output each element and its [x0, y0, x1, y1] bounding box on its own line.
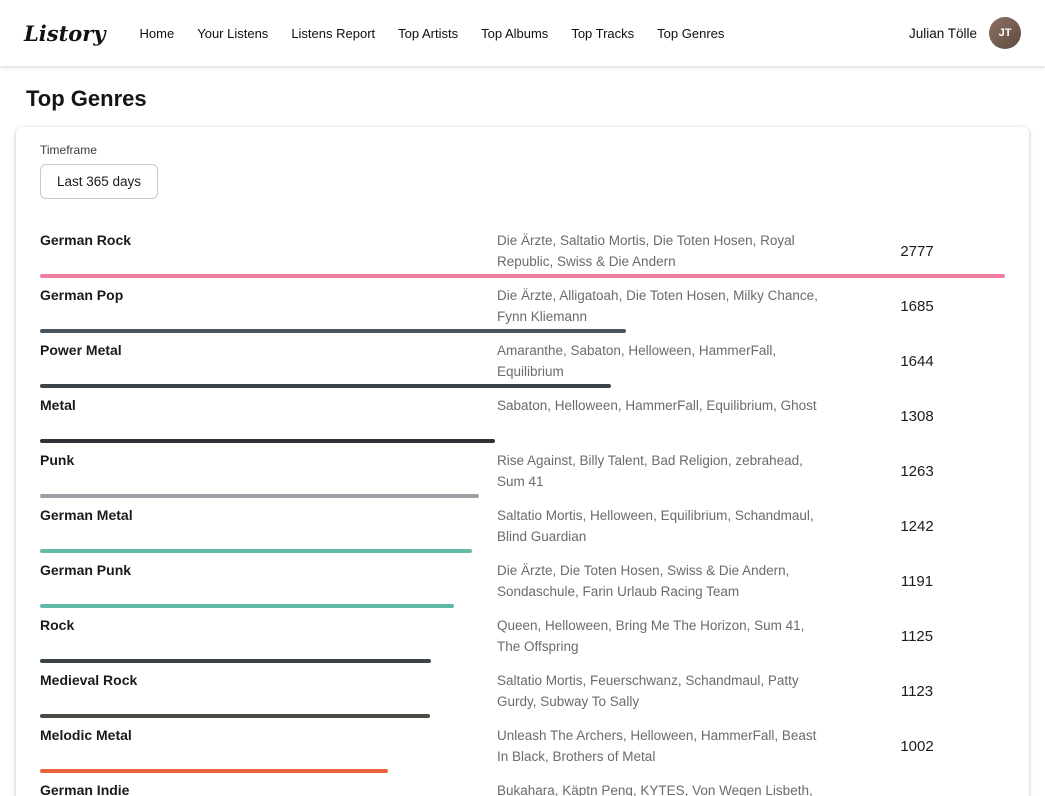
genre-row: Rock Queen, Helloween, Bring Me The Hori… — [40, 608, 1005, 663]
nav-link-top-albums[interactable]: Top Albums — [481, 26, 548, 41]
genre-row: Metal Sabaton, Helloween, HammerFall, Eq… — [40, 388, 1005, 443]
nav-link-top-tracks[interactable]: Top Tracks — [571, 26, 634, 41]
genre-row: German Metal Saltatio Mortis, Helloween,… — [40, 498, 1005, 553]
brand-logo[interactable]: Listory — [24, 21, 106, 46]
genre-name: Rock — [40, 615, 497, 633]
genre-name: Punk — [40, 450, 497, 468]
nav-link-top-genres[interactable]: Top Genres — [657, 26, 724, 41]
genre-table: German Rock Die Ärzte, Saltatio Mortis, … — [40, 223, 1005, 796]
genre-name: Medieval Rock — [40, 670, 497, 688]
genre-name: Metal — [40, 395, 497, 413]
genre-row: German Punk Die Ärzte, Die Toten Hosen, … — [40, 553, 1005, 608]
genre-artists: Amaranthe, Sabaton, Helloween, HammerFal… — [497, 340, 829, 382]
genre-name: German Rock — [40, 230, 497, 248]
genre-row: German Indie Bukahara, Käptn Peng, KYTES… — [40, 773, 1005, 796]
genre-artists: Sabaton, Helloween, HammerFall, Equilibr… — [497, 395, 829, 416]
main-content: Top Genres Timeframe Last 365 days Germa… — [0, 86, 1045, 796]
genre-artists: Unleash The Archers, Helloween, HammerFa… — [497, 725, 829, 767]
nav-link-listens-report[interactable]: Listens Report — [291, 26, 375, 41]
genre-row: Melodic Metal Unleash The Archers, Hello… — [40, 718, 1005, 773]
genre-artists: Die Ärzte, Saltatio Mortis, Die Toten Ho… — [497, 230, 829, 272]
genre-artists: Rise Against, Billy Talent, Bad Religion… — [497, 450, 829, 492]
genre-row: German Pop Die Ärzte, Alligatoah, Die To… — [40, 278, 1005, 333]
genre-row: Power Metal Amaranthe, Sabaton, Hellowee… — [40, 333, 1005, 388]
genre-artists: Die Ärzte, Die Toten Hosen, Swiss & Die … — [497, 560, 829, 602]
genre-count: 1308 — [829, 408, 1005, 425]
genre-name: German Metal — [40, 505, 497, 523]
genre-count: 1123 — [829, 683, 1005, 700]
genre-row: German Rock Die Ärzte, Saltatio Mortis, … — [40, 223, 1005, 278]
genre-count: 1002 — [829, 738, 1005, 755]
genre-count: 1242 — [829, 518, 1005, 535]
user-area[interactable]: Julian Tölle JT — [909, 17, 1021, 49]
genre-name: German Indie — [40, 780, 497, 796]
user-name: Julian Tölle — [909, 26, 977, 41]
nav-link-top-artists[interactable]: Top Artists — [398, 26, 458, 41]
genre-name: Melodic Metal — [40, 725, 497, 743]
genre-row: Punk Rise Against, Billy Talent, Bad Rel… — [40, 443, 1005, 498]
timeframe-select[interactable]: Last 365 days — [40, 164, 158, 199]
nav-links: Home Your Listens Listens Report Top Artist… — [140, 26, 725, 41]
genre-row: Medieval Rock Saltatio Mortis, Feuerschw… — [40, 663, 1005, 718]
genre-count: 1191 — [829, 573, 1005, 590]
genre-count: 1644 — [829, 353, 1005, 370]
genre-name: German Pop — [40, 285, 497, 303]
nav-link-home[interactable]: Home — [140, 26, 175, 41]
genre-name: German Punk — [40, 560, 497, 578]
genre-count: 1263 — [829, 463, 1005, 480]
nav-link-your-listens[interactable]: Your Listens — [197, 26, 268, 41]
page-title: Top Genres — [26, 86, 1029, 112]
genre-count: 1125 — [829, 628, 1005, 645]
genre-artists: Saltatio Mortis, Helloween, Equilibrium,… — [497, 505, 829, 547]
genre-name: Power Metal — [40, 340, 497, 358]
genre-count: 1685 — [829, 298, 1005, 315]
genre-artists: Bukahara, Käptn Peng, KYTES, Von Wegen L… — [497, 780, 829, 796]
top-genres-card: Timeframe Last 365 days German Rock Die … — [16, 127, 1029, 796]
genre-artists: Queen, Helloween, Bring Me The Horizon, … — [497, 615, 829, 657]
timeframe-label: Timeframe — [40, 143, 1005, 157]
top-navbar: Listory Home Your Listens Listens Report To… — [0, 0, 1045, 66]
genre-artists: Saltatio Mortis, Feuerschwanz, Schandmau… — [497, 670, 829, 712]
user-avatar[interactable]: JT — [989, 17, 1021, 49]
genre-count: 926 — [829, 793, 1005, 796]
genre-count: 2777 — [829, 243, 1005, 260]
genre-artists: Die Ärzte, Alligatoah, Die Toten Hosen, … — [497, 285, 829, 327]
